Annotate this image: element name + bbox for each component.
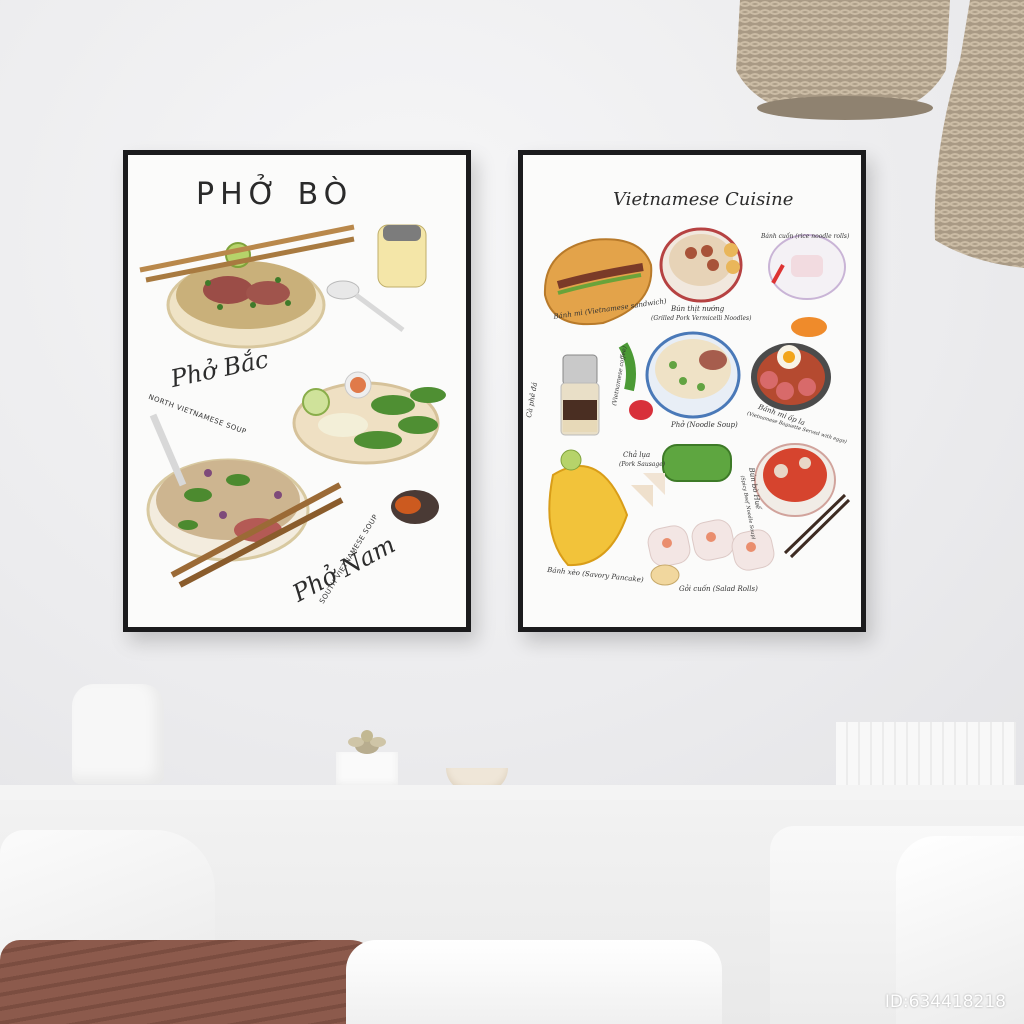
- label-pho: Phở (Noodle Soup): [671, 421, 738, 429]
- poster-pho-bo: PHỞ BÒ Phở Bắc NORTH VIETNAMESE SOUP Phở…: [128, 155, 466, 627]
- poster-vietnamese-cuisine: Vietnamese Cuisine Bánh mì (Vietnamese s…: [523, 155, 861, 627]
- succulent-plant: [348, 730, 386, 754]
- label-cha-lua-sub: (Pork Sausage): [619, 461, 666, 468]
- label-cha-lua: Chả lụa: [623, 451, 651, 459]
- brown-pillow: [0, 940, 380, 1024]
- white-vase: [72, 684, 164, 784]
- rattan-lamp-right: [934, 0, 1024, 268]
- pillow-center: [346, 940, 722, 1024]
- succulent-pot: [336, 752, 398, 788]
- label-goi-cuon: Gỏi cuốn (Salad Rolls): [679, 585, 758, 593]
- cuisine-illustration: [543, 227, 851, 586]
- label-banh-cuon: Bánh cuốn (rice noodle rolls): [761, 233, 850, 240]
- ribbed-box: [836, 722, 1016, 788]
- label-bun-thit-nuong: Bún thịt nướng: [671, 305, 725, 313]
- label-bun-thit-nuong-sub: (Grilled Pork Vermicelli Noodles): [651, 315, 752, 322]
- watermark-id: ID:634418218: [884, 992, 1006, 1012]
